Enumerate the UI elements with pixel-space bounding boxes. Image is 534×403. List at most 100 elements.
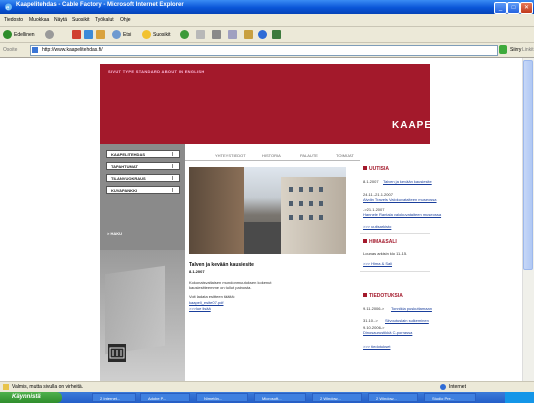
section-heading-uutisia: UUTISIA — [363, 166, 389, 172]
status-text: Valmis, mutta sivulla on virheitä. — [12, 384, 84, 390]
stop-button[interactable] — [72, 29, 81, 40]
nav-label: TAPAHTUMAT — [111, 164, 138, 169]
nav-tapahtumat[interactable]: TAPAHTUMAT — [106, 162, 180, 170]
menu-file[interactable]: Tiedosto — [4, 17, 23, 23]
home-button[interactable] — [96, 29, 105, 40]
square-bullet-icon — [363, 239, 367, 243]
history-icon — [180, 30, 189, 39]
close-button[interactable]: ✕ — [520, 2, 533, 14]
announcement-link[interactable]: Dinosaurustikkä C-porrassa — [363, 330, 412, 335]
window-title: Kaapelitehdas - Cable Factory - Microsof… — [16, 2, 184, 8]
minimize-button[interactable]: _ — [494, 2, 507, 14]
tab-yhteystiedot[interactable]: YHTEYSTIEDOT — [215, 153, 246, 158]
history-button[interactable] — [180, 29, 189, 40]
mail-icon — [196, 30, 205, 39]
site-logo[interactable]: KAAPELI — [392, 120, 443, 131]
tab-historia[interactable]: HISTORIA — [262, 153, 281, 158]
scrollbar-thumb[interactable] — [523, 60, 533, 270]
square-bullet-icon — [363, 166, 367, 170]
discuss-button[interactable] — [244, 29, 253, 40]
favorites-label: Suosikit — [153, 31, 171, 38]
news-body-line: Voit ladata esitteen täältä: — [189, 294, 235, 299]
forward-arrow-icon — [45, 30, 54, 39]
messenger-button[interactable] — [258, 29, 267, 40]
search-button[interactable]: Etsi — [112, 29, 131, 40]
taskbar-item[interactable]: Nimetön... — [196, 393, 248, 402]
building-silhouette — [105, 265, 165, 355]
arrow-icon — [172, 164, 178, 168]
menu-tools[interactable]: Työkalut — [95, 17, 114, 23]
square-bullet-icon — [363, 293, 367, 297]
menu-help[interactable]: Ohje — [120, 17, 131, 23]
announcements-archive-link[interactable]: >>> tiedotukset — [363, 344, 390, 349]
print-icon — [212, 30, 221, 39]
star-icon — [142, 30, 151, 39]
cable-factory-emblem — [108, 344, 126, 362]
arrow-icon — [172, 152, 178, 156]
announcement-link[interactable]: Siivoutuslain sulkeminen — [385, 318, 429, 323]
maximize-button[interactable]: □ — [507, 2, 520, 14]
news-item-link[interactable]: Hannele Rantala valokuvataiteen museossa — [363, 212, 441, 217]
news-item-link[interactable]: Alvdin Travels Valokuvataiteen museossa — [363, 197, 437, 202]
arrow-icon — [172, 188, 178, 192]
edit-button[interactable] — [228, 29, 237, 40]
go-button[interactable]: Siirry — [510, 47, 521, 53]
edit-icon — [228, 30, 237, 39]
menu-edit[interactable]: Muokkaa — [29, 17, 49, 23]
go-arrow-icon[interactable] — [499, 45, 507, 54]
print-button[interactable] — [212, 29, 221, 40]
read-more-link[interactable]: >>>lue lisää — [189, 306, 211, 311]
internet-zone-icon — [440, 384, 446, 390]
tab-toimijat[interactable]: TOIMIJAT — [336, 153, 354, 158]
taskbar-item[interactable]: Adobe P... — [140, 393, 190, 402]
nav-kaapelitehdas[interactable]: KAAPELITEHDAS — [106, 150, 180, 158]
hima-sali-link[interactable]: >>> Hima & Sali — [363, 261, 392, 266]
news-headline: Talven ja kevään kausiesite — [189, 262, 254, 268]
header-top-links[interactable]: SIVUT TYPE STANDARD ABOUT IN ENGLISH — [108, 69, 205, 74]
section-heading-tiedotuksia: TIEDOTUKSIA — [363, 293, 403, 299]
mail-button[interactable] — [196, 29, 205, 40]
search-link[interactable]: > HAKU — [107, 231, 122, 236]
nav-label: KAAPELITEHDAS — [111, 152, 146, 157]
back-arrow-icon — [3, 30, 12, 39]
menu-favorites[interactable]: Suosikit — [72, 17, 90, 23]
search-icon — [112, 30, 121, 39]
section-divider — [360, 233, 430, 234]
taskbar-item[interactable]: 2 Window... — [312, 393, 362, 402]
warning-icon[interactable] — [3, 384, 9, 390]
taskbar-item[interactable]: 2 Internet... — [92, 393, 136, 402]
announcement-link[interactable]: Tonnikia puskuttamaan — [391, 306, 432, 311]
system-tray[interactable] — [505, 392, 534, 403]
nav-label: KUVAPANKKI — [111, 188, 138, 193]
news-item-link[interactable]: Talven ja kevään kausiesite — [383, 179, 432, 184]
refresh-icon — [84, 30, 93, 39]
favorites-button[interactable]: Suosikit — [142, 29, 171, 40]
folder-icon — [244, 30, 253, 39]
lunch-hours-text: Lounas arkisin klo 11-15. — [363, 251, 408, 256]
news-archive-link[interactable]: >>> uutisarkisto — [363, 224, 391, 229]
arrow-icon — [172, 176, 178, 180]
research-button[interactable] — [272, 29, 281, 40]
search-label: Etsi — [123, 31, 132, 38]
section-heading-hima-sali: HIMA&SALI — [363, 239, 397, 245]
start-button[interactable]: Käynnistä — [0, 392, 62, 403]
messenger-icon — [258, 30, 267, 39]
forward-button[interactable] — [45, 29, 54, 40]
address-url[interactable]: http://www.kaapelitehdas.fi/ — [42, 47, 103, 53]
news-body-line: kausiesitteemme on tullut painosta. — [189, 285, 252, 290]
taskbar-item[interactable]: 2 Window... — [368, 393, 418, 402]
page-icon — [32, 47, 38, 53]
nav-kuvapankki[interactable]: KUVAPANKKI — [106, 186, 180, 194]
brochure-pdf-link[interactable]: kaapeli_esite07.pdf — [189, 300, 223, 305]
taskbar-item[interactable]: Studio Pre... — [424, 393, 476, 402]
nav-tilanvuokraus[interactable]: TILANVUOKRAUS — [106, 174, 180, 182]
research-icon — [272, 30, 281, 39]
tab-palaute[interactable]: PALAUTE — [300, 153, 318, 158]
taskbar-item[interactable]: Microsoft... — [254, 393, 306, 402]
back-label: Edellinen — [14, 31, 35, 38]
links-button[interactable]: Linkit — [522, 47, 534, 53]
menu-view[interactable]: Näytä — [54, 17, 67, 23]
back-button[interactable]: Edellinen — [3, 29, 35, 40]
site-header — [100, 64, 430, 144]
refresh-button[interactable] — [84, 29, 93, 40]
